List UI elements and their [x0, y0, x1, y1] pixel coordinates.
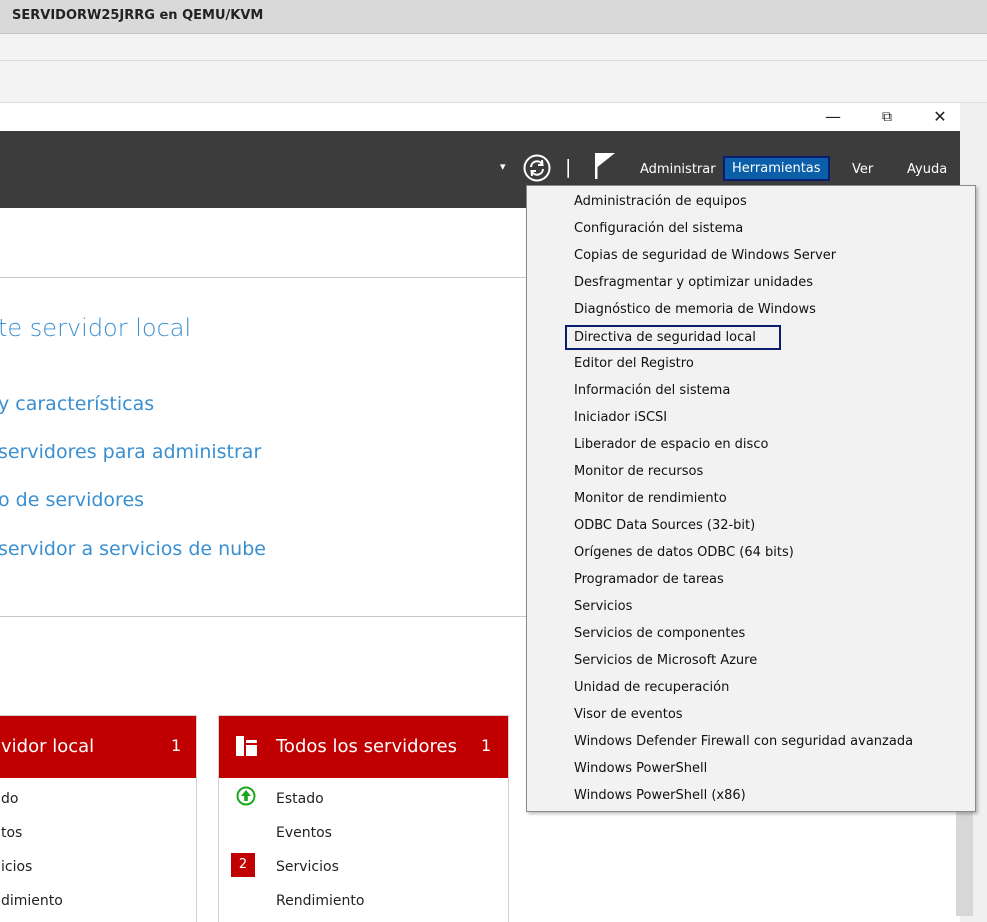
- header-separator: |: [565, 156, 572, 178]
- close-button[interactable]: ✕: [920, 103, 960, 131]
- tile-row-status[interactable]: Estado: [276, 791, 324, 807]
- all-servers-tile[interactable]: Todos los servidores 1 Estado Eventos 2 …: [218, 715, 509, 922]
- tile-row-status[interactable]: do: [1, 791, 18, 807]
- tools-item-registry-editor[interactable]: Editor del Registro: [574, 354, 694, 374]
- tools-item-recovery-drive[interactable]: Unidad de recuperación: [574, 678, 729, 698]
- quick-start-panel: te servidor local y características serv…: [0, 277, 559, 617]
- window-controls: — ⧉ ✕: [0, 103, 960, 131]
- vm-titlebar: SERVIDORW25JRRG en QEMU/KVM: [0, 0, 987, 34]
- local-server-tile-header[interactable]: vidor local 1: [0, 716, 196, 778]
- menu-ver[interactable]: Ver: [852, 162, 873, 177]
- tools-item-computer-management[interactable]: Administración de equipos: [574, 192, 747, 212]
- tile-title: Todos los servidores: [276, 736, 458, 757]
- add-roles-link[interactable]: y características: [0, 393, 154, 415]
- tile-row-performance[interactable]: dimiento: [1, 893, 63, 909]
- tools-item-defragment[interactable]: Desfragmentar y optimizar unidades: [574, 273, 813, 293]
- services-alert-badge: 2: [231, 853, 255, 877]
- selection-highlight-box: [565, 325, 781, 350]
- tools-item-azure-services[interactable]: Servicios de Microsoft Azure: [574, 651, 757, 671]
- create-server-group-link[interactable]: o de servidores: [0, 489, 144, 511]
- vm-toolbar: [0, 61, 987, 103]
- menu-ayuda[interactable]: Ayuda: [907, 162, 947, 177]
- tools-item-system-configuration[interactable]: Configuración del sistema: [574, 219, 743, 239]
- tools-item-windows-server-backup[interactable]: Copias de seguridad de Windows Server: [574, 246, 836, 266]
- tools-item-event-viewer[interactable]: Visor de eventos: [574, 705, 683, 725]
- restore-button[interactable]: ⧉: [867, 103, 907, 131]
- tile-row-events[interactable]: Eventos: [276, 825, 332, 841]
- tools-item-services[interactable]: Servicios: [574, 597, 632, 617]
- vm-title: SERVIDORW25JRRG en QEMU/KVM: [12, 8, 264, 23]
- local-server-tile[interactable]: vidor local 1 do tos icios dimiento: [0, 715, 197, 922]
- menu-herramientas[interactable]: Herramientas: [723, 156, 830, 181]
- tools-item-odbc-64[interactable]: Orígenes de datos ODBC (64 bits): [574, 543, 794, 563]
- tools-item-defender-firewall[interactable]: Windows Defender Firewall con seguridad …: [574, 732, 913, 752]
- tools-item-powershell-x86[interactable]: Windows PowerShell (x86): [574, 786, 746, 806]
- tools-item-component-services[interactable]: Servicios de componentes: [574, 624, 745, 644]
- tools-item-resource-monitor[interactable]: Monitor de recursos: [574, 462, 703, 482]
- tools-item-powershell[interactable]: Windows PowerShell: [574, 759, 707, 779]
- status-up-icon: [236, 786, 256, 811]
- vm-menubar: [0, 34, 987, 61]
- tools-item-disk-cleanup[interactable]: Liberador de espacio en disco: [574, 435, 768, 455]
- tile-row-events[interactable]: tos: [1, 825, 22, 841]
- dropdown-arrow-icon[interactable]: ▾: [500, 160, 506, 173]
- all-servers-tile-header[interactable]: Todos los servidores 1: [219, 716, 508, 778]
- tile-row-services[interactable]: icios: [1, 859, 32, 875]
- tools-dropdown-menu: Administración de equipos Configuración …: [526, 185, 976, 812]
- menu-administrar[interactable]: Administrar: [640, 162, 716, 177]
- tools-item-memory-diagnostic[interactable]: Diagnóstico de memoria de Windows: [574, 300, 816, 320]
- servers-icon: [236, 736, 258, 761]
- tile-count: 1: [481, 736, 492, 755]
- flag-icon[interactable]: [593, 151, 617, 186]
- vertical-scrollbar[interactable]: [956, 810, 973, 916]
- tools-item-iscsi-initiator[interactable]: Iniciador iSCSI: [574, 408, 667, 428]
- tools-item-performance-monitor[interactable]: Monitor de rendimiento: [574, 489, 727, 509]
- minimize-button[interactable]: —: [813, 103, 853, 131]
- configure-local-server-heading[interactable]: te servidor local: [0, 314, 191, 342]
- tools-item-odbc-32[interactable]: ODBC Data Sources (32-bit): [574, 516, 755, 536]
- refresh-icon[interactable]: [522, 153, 552, 188]
- tools-item-task-scheduler[interactable]: Programador de tareas: [574, 570, 724, 590]
- tile-title: vidor local: [1, 736, 95, 757]
- tools-item-system-information[interactable]: Información del sistema: [574, 381, 730, 401]
- connect-cloud-link[interactable]: servidor a servicios de nube: [0, 538, 266, 560]
- tile-count: 1: [171, 736, 182, 755]
- tile-row-performance[interactable]: Rendimiento: [276, 893, 364, 909]
- add-servers-link[interactable]: servidores para administrar: [0, 441, 261, 463]
- tile-row-services[interactable]: Servicios: [276, 859, 339, 875]
